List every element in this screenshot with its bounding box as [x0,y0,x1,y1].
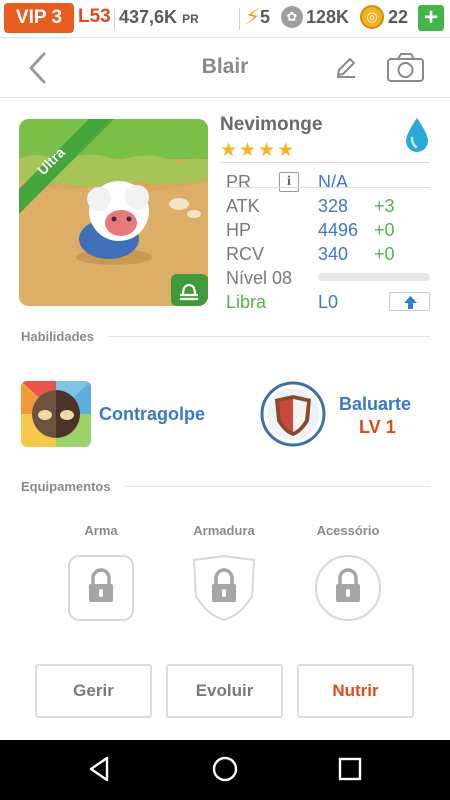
ability-icon-counterattack[interactable] [21,381,91,447]
ability-icon-bulwark[interactable] [260,381,326,447]
shield-icon [260,381,326,447]
paw-icon: ✿ [281,6,303,28]
armor-slot[interactable] [190,554,258,622]
feed-button[interactable]: Nutrir [297,664,414,718]
zodiac-sign-label: Libra [226,292,267,312]
ability-name-counterattack: Contragolpe [99,404,205,424]
pr-info-button[interactable]: i [279,172,299,192]
divider [114,8,115,30]
top-status-bar: VIP 3 L53 437,6K PR ⚡ 5 ✿ 128K ◎ 22 + [0,0,450,38]
lock-icon [68,555,134,621]
zodiac-upgrade-button[interactable] [389,292,430,311]
triangle-back-icon [89,756,109,782]
abilities-section-title: Habilidades [21,329,94,344]
stat-label-atk: ATK [226,196,260,216]
libra-sign-icon [180,283,198,301]
stat-value-rcv: 340 [318,244,349,264]
divider [220,162,430,163]
stat-value-pr: N/A [318,172,349,192]
camera-button[interactable] [386,52,426,84]
equipment-section-title: Equipamentos [21,479,111,494]
page-title: Blair [201,55,249,78]
gems-counter: 22 [388,7,409,27]
ability-name-bulwark: Baluarte [339,394,412,414]
stat-label-pr: PR [226,172,252,192]
vip-badge[interactable]: VIP 3 [4,3,74,33]
stat-bonus-rcv: +0 [374,244,395,264]
divider [239,8,240,30]
camera-icon [387,53,424,82]
edit-name-button[interactable] [333,54,359,80]
pencil-icon [337,58,355,78]
lock-icon [315,555,381,621]
evolve-button[interactable]: Evoluir [166,664,283,718]
paws-counter: 128K [306,7,350,27]
coins-value: 437,6K [119,7,178,27]
nav-home-button[interactable] [210,754,240,784]
pet-illustration [19,119,208,306]
gem-coin-icon: ◎ [360,5,384,29]
nav-back-button[interactable] [85,754,115,784]
zodiac-level: L0 [318,292,339,312]
lock-icon [192,554,256,622]
lightning-icon: ⚡ [245,4,261,29]
pet-level-label: Nível 08 [226,268,293,288]
coins-unit: PR [182,12,199,26]
pet-portrait[interactable]: Ultra [19,119,208,306]
square-recents-icon [338,757,362,781]
pet-species-name: Nevimonge [220,114,323,135]
manage-button[interactable]: Gerir [35,664,152,718]
stat-label-rcv: RCV [226,244,265,264]
stat-value-atk: 328 [318,196,349,216]
slot-label-armor: Armadura [193,523,255,538]
star-rating: ★★★★ [220,140,297,161]
accessory-slot[interactable] [314,554,382,622]
stat-label-hp: HP [226,220,252,240]
water-element-icon [406,118,428,152]
circle-home-icon [212,756,238,782]
slot-label-weapon: Arma [84,523,118,538]
level-progress-bar [318,273,430,281]
add-gems-button[interactable]: + [418,5,444,31]
nav-recents-button[interactable] [335,754,365,784]
weapon-slot[interactable] [67,554,135,622]
energy-counter: 5 [260,7,271,27]
slot-label-accessory: Acessório [316,523,380,538]
system-navigation-bar [0,740,450,800]
player-level: L53 [78,6,111,27]
divider [108,336,430,337]
stat-bonus-atk: +3 [374,196,395,216]
divider [124,486,430,487]
stat-bonus-hp: +0 [374,220,395,240]
coins-counter: 437,6K PR [119,7,199,28]
divider [226,187,430,188]
arrow-up-icon [404,296,417,309]
ability-level-bulwark: LV 1 [359,417,396,437]
stat-value-hp: 4496 [318,220,359,240]
boar-shield-icon [21,381,91,447]
page-header: Blair [0,38,450,98]
